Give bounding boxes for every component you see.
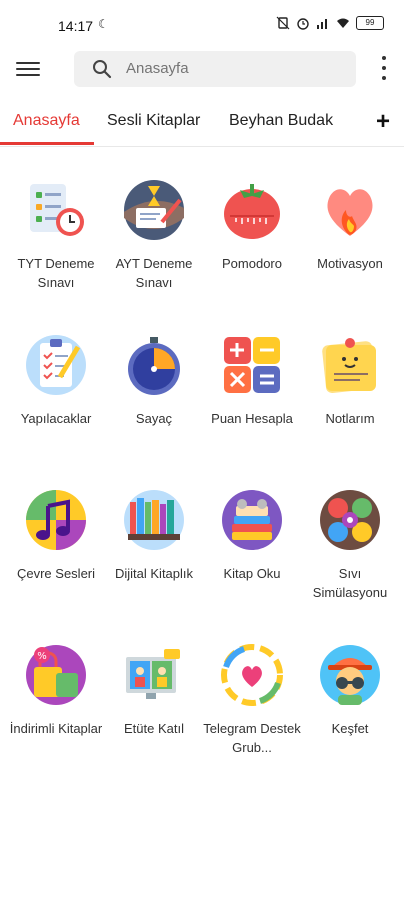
hourglass-exam-icon bbox=[124, 180, 184, 240]
tab-beyhan-budak[interactable]: Beyhan Budak bbox=[229, 112, 333, 130]
discount-bag-icon: % bbox=[26, 645, 86, 705]
grid-item-label: Etüte Katıl bbox=[124, 721, 184, 736]
grid-item-label: TYT Deneme Sınavı bbox=[17, 256, 95, 290]
heart-flame-icon bbox=[327, 189, 373, 236]
bookshelf-icon bbox=[124, 490, 184, 550]
more-options-icon[interactable] bbox=[380, 56, 388, 80]
grid-item-sivi-simulasyonu[interactable]: Sıvı Simülasyonu bbox=[300, 488, 400, 602]
grid-item-dijital-kitaplik[interactable]: Dijital Kitaplık bbox=[104, 488, 204, 583]
grid-item-kitap-oku[interactable]: Kitap Oku bbox=[202, 488, 302, 583]
grid-item-ayt-deneme[interactable]: AYT Deneme Sınavı bbox=[104, 178, 204, 292]
music-note-icon bbox=[26, 490, 86, 550]
menu-icon[interactable] bbox=[16, 58, 40, 78]
grid-item-notlarim[interactable]: Notlarım bbox=[300, 333, 400, 428]
grid-item-cevre-sesleri[interactable]: Çevre Sesleri bbox=[6, 488, 106, 583]
exam-clock-icon bbox=[30, 184, 84, 236]
grid-item-label: Puan Hesapla bbox=[211, 411, 293, 426]
status-bar: 14:17 ☾ 99 bbox=[0, 0, 404, 38]
grid-item-sayac[interactable]: Sayaç bbox=[104, 333, 204, 428]
calculator-icon bbox=[224, 337, 280, 393]
grid-item-label: Çevre Sesleri bbox=[16, 566, 96, 581]
add-tab-button[interactable]: + bbox=[376, 108, 390, 136]
grid-item-puan-hesapla[interactable]: Puan Hesapla bbox=[202, 333, 302, 428]
active-tab-indicator bbox=[0, 142, 94, 145]
grid-item-label: Sıvı Simülasyonu bbox=[312, 566, 388, 600]
vibrate-icon bbox=[276, 16, 290, 30]
video-call-icon bbox=[126, 649, 180, 699]
signal-icon bbox=[317, 19, 327, 29]
moon-icon: ☾ bbox=[98, 17, 109, 31]
app-bar bbox=[0, 38, 404, 100]
grid-item-motivasyon[interactable]: Motivasyon bbox=[300, 178, 400, 273]
battery-icon: 99 bbox=[356, 16, 384, 30]
wifi-icon bbox=[337, 18, 349, 28]
grid-item-yapilacaklar[interactable]: Yapılacaklar bbox=[6, 333, 106, 428]
heart-hands-icon bbox=[221, 644, 283, 706]
grid-item-indirimli-kitaplar[interactable]: % İndirimli Kitaplar bbox=[6, 643, 106, 738]
grid-item-label: Keşfet bbox=[331, 721, 369, 736]
tab-bar: Anasayfa Sesli Kitaplar Beyhan Budak + bbox=[0, 100, 404, 147]
grid-item-label: Kitap Oku bbox=[223, 566, 281, 581]
grid-item-telegram-destek[interactable]: Telegram Destek Grub... bbox=[202, 643, 302, 757]
grid-item-label: Yapılacaklar bbox=[20, 411, 92, 426]
tab-sesli-kitaplar[interactable]: Sesli Kitaplar bbox=[107, 112, 200, 130]
grid-item-label: Telegram Destek Grub... bbox=[203, 721, 301, 755]
tab-anasayfa[interactable]: Anasayfa bbox=[13, 112, 80, 130]
search-input[interactable] bbox=[124, 59, 348, 78]
grid-item-label: AYT Deneme Sınavı bbox=[115, 256, 193, 290]
status-icons: 99 bbox=[276, 16, 384, 30]
status-time: 14:17 bbox=[58, 18, 94, 34]
grid-item-label: İndirimli Kitaplar bbox=[9, 721, 103, 736]
sticky-note-icon bbox=[322, 338, 376, 393]
explorer-icon bbox=[320, 645, 380, 705]
grid-item-label: Notlarım bbox=[325, 411, 375, 426]
search-icon bbox=[93, 60, 112, 79]
fluid-icon bbox=[320, 490, 380, 550]
grid-item-label: Sayaç bbox=[135, 411, 173, 426]
stopwatch-icon bbox=[128, 337, 180, 395]
grid-item-kesfet[interactable]: Keşfet bbox=[300, 643, 400, 738]
grid-item-etute-katil[interactable]: Etüte Katıl bbox=[104, 643, 204, 738]
grid-item-pomodoro[interactable]: Pomodoro bbox=[202, 178, 302, 273]
book-stack-icon bbox=[222, 490, 282, 550]
grid-item-tyt-deneme[interactable]: TYT Deneme Sınavı bbox=[6, 178, 106, 292]
alarm-icon bbox=[297, 18, 309, 30]
checklist-icon bbox=[26, 335, 86, 395]
grid-item-label: Motivasyon bbox=[317, 256, 383, 271]
svg-text:%: % bbox=[37, 651, 47, 662]
tomato-timer-icon bbox=[224, 184, 280, 239]
grid-item-label: Dijital Kitaplık bbox=[114, 566, 194, 581]
grid-item-label: Pomodoro bbox=[222, 256, 282, 271]
search-bar[interactable] bbox=[74, 51, 356, 87]
